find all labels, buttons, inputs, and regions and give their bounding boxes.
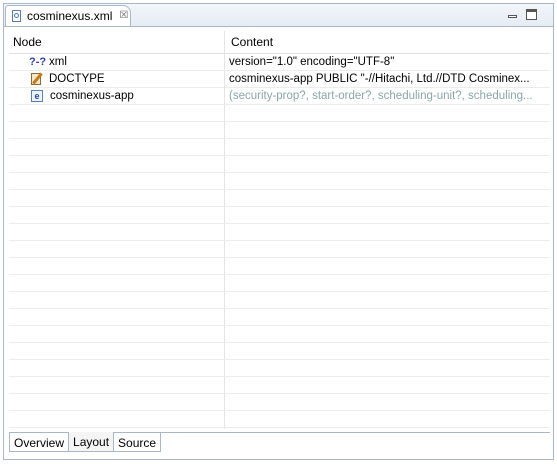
node-label: DOCTYPE (49, 73, 105, 85)
empty-table-row (9, 122, 550, 139)
table-row[interactable]: DOCTYPE cosminexus-app PUBLIC "-//Hitach… (9, 71, 550, 88)
empty-table-row (9, 241, 550, 258)
element-icon: e (31, 90, 43, 102)
table-row[interactable]: e cosminexus-app (security-prop?, start-… (9, 88, 550, 105)
empty-table-row (9, 292, 550, 309)
column-header-node[interactable]: Node (13, 31, 42, 53)
processing-instruction-icon: ?-? (29, 56, 47, 68)
empty-table-row (9, 190, 550, 207)
tab-layout[interactable]: Layout (68, 432, 114, 452)
empty-table-row (9, 156, 550, 173)
empty-table-row (9, 411, 550, 428)
design-tree-table: Node Content ?-? xml version="1.0" encod… (9, 31, 550, 429)
empty-table-row (9, 105, 550, 122)
empty-table-row (9, 377, 550, 394)
editor-tab-cosminexus-xml[interactable]: cosminexus.xml ☒ (5, 5, 131, 26)
node-label: cosminexus-app (50, 90, 134, 102)
node-cell: e cosminexus-app (9, 88, 224, 104)
table-row[interactable]: ?-? xml version="1.0" encoding="UTF-8" (9, 54, 550, 71)
editor-tab-bar: cosminexus.xml ☒ (4, 4, 553, 27)
maximize-icon[interactable] (526, 9, 537, 20)
empty-table-row (9, 224, 550, 241)
content-cell[interactable]: cosminexus-app PUBLIC "-//Hitachi, Ltd./… (229, 71, 547, 87)
table-header: Node Content (9, 31, 550, 54)
minimize-icon[interactable] (507, 9, 518, 20)
table-rows: ?-? xml version="1.0" encoding="UTF-8" D… (9, 54, 550, 428)
xml-file-icon (11, 9, 23, 23)
node-cell: ?-? xml (9, 54, 224, 70)
editor-panel: cosminexus.xml ☒ Node Content ?-? xml ve… (3, 3, 554, 460)
tab-source[interactable]: Source (113, 432, 162, 452)
doctype-icon (30, 72, 44, 86)
close-icon[interactable]: ☒ (119, 11, 128, 21)
empty-table-row (9, 207, 550, 224)
node-label: xml (49, 56, 67, 68)
column-header-content[interactable]: Content (231, 31, 273, 53)
empty-table-row (9, 326, 550, 343)
editor-tab-title: cosminexus.xml (27, 9, 113, 23)
editor-page-tabs: Overview Layout Source (9, 432, 162, 453)
empty-table-row (9, 139, 550, 156)
empty-table-row (9, 258, 550, 275)
empty-table-row (9, 343, 550, 360)
content-cell[interactable]: (security-prop?, start-order?, schedulin… (229, 88, 547, 104)
content-cell[interactable]: version="1.0" encoding="UTF-8" (229, 54, 547, 70)
node-cell: DOCTYPE (9, 71, 224, 87)
tab-overview[interactable]: Overview (9, 432, 69, 452)
empty-table-row (9, 173, 550, 190)
empty-table-row (9, 309, 550, 326)
tab-strip-line (157, 432, 550, 433)
empty-table-row (9, 394, 550, 411)
empty-table-row (9, 275, 550, 292)
empty-table-row (9, 360, 550, 377)
